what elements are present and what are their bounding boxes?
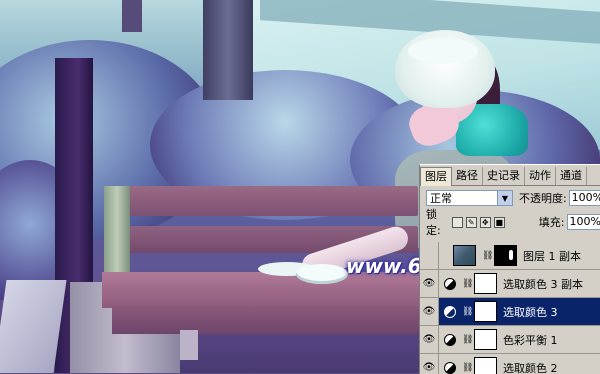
lock-label: 锁定: — [426, 206, 448, 238]
blend-mode-value: 正常 — [427, 190, 452, 206]
lock-row: 锁定: ✎ ✥ ■ 填充: 100% — [420, 210, 600, 234]
tab-history[interactable]: 史记录 — [483, 167, 525, 185]
girl-hat-top — [408, 38, 478, 64]
mask-thumbnail — [494, 245, 517, 266]
layer-row[interactable]: 👁 ⛓ 选取颜色 3 副本 — [420, 270, 600, 298]
layer-row[interactable]: 👁 ⛓ 选取颜色 2 — [420, 354, 600, 374]
adjustment-layer-icon — [444, 278, 456, 290]
layer-row[interactable]: 👁 ⛓ 色彩平衡 1 — [420, 326, 600, 354]
eye-icon[interactable]: 👁 — [420, 354, 439, 374]
lock-brush-icon[interactable]: ✎ — [466, 217, 477, 228]
mask-thumbnail — [474, 357, 497, 374]
opacity-label: 不透明度: — [519, 190, 567, 206]
mask-thumbnail — [474, 273, 497, 294]
layer-thumbnail — [453, 245, 476, 266]
lock-icons: ✎ ✥ ■ — [452, 217, 505, 228]
chain-icon: ⛓ — [482, 251, 492, 261]
layer-row[interactable]: ⛓ 图层 1 副本 — [420, 242, 600, 270]
layer-row-selected[interactable]: 👁 ⛓ 选取颜色 3 — [420, 298, 600, 326]
tree-trunk — [122, 0, 142, 32]
chain-icon: ⛓ — [462, 363, 472, 373]
tab-actions[interactable]: 动作 — [525, 167, 556, 185]
mask-thumbnail — [474, 301, 497, 322]
chain-icon: ⛓ — [462, 307, 472, 317]
bench-leg — [104, 186, 130, 281]
bench-foot — [180, 330, 198, 360]
adjustment-layer-icon — [444, 334, 456, 346]
visibility-toggle[interactable] — [420, 242, 439, 269]
layer-name: 选取颜色 3 — [503, 304, 558, 320]
layer-name: 图层 1 副本 — [523, 248, 581, 264]
tab-paths[interactable]: 路径 — [452, 167, 483, 185]
opacity-field[interactable]: 100% — [569, 190, 600, 206]
fill-field[interactable]: 100% — [567, 214, 600, 230]
mask-thumbnail — [474, 329, 497, 350]
bench-front — [112, 306, 420, 334]
panel-tabs: 图层 路径 史记录 动作 通道 — [420, 165, 600, 186]
blend-mode-select[interactable]: 正常 ▼ — [426, 190, 513, 206]
layers-panel: 图层 路径 史记录 动作 通道 正常 ▼ 不透明度: 100% 锁定: ✎ ✥ … — [419, 164, 600, 374]
chain-icon: ⛓ — [462, 335, 472, 345]
lock-move-icon[interactable]: ✥ — [480, 217, 491, 228]
layer-list: ⛓ 图层 1 副本 👁 ⛓ 选取颜色 3 副本 👁 ⛓ 选取颜色 3 👁 ⛓ 色… — [420, 242, 600, 374]
adjustment-layer-icon — [444, 362, 456, 374]
chevron-down-icon[interactable]: ▼ — [497, 191, 512, 205]
girl-shoe — [296, 264, 348, 284]
eye-icon[interactable]: 👁 — [420, 298, 439, 325]
lock-transparency-icon[interactable] — [452, 217, 463, 228]
bench-backrest-top — [128, 186, 418, 216]
layer-name: 色彩平衡 1 — [503, 332, 558, 348]
eye-icon[interactable]: 👁 — [420, 270, 439, 297]
eye-icon[interactable]: 👁 — [420, 326, 439, 353]
tree-trunk — [203, 0, 253, 100]
chain-icon: ⛓ — [462, 279, 472, 289]
adjustment-layer-icon — [444, 306, 456, 318]
layer-name: 选取颜色 2 — [503, 360, 558, 374]
fill-label: 填充: — [539, 214, 565, 230]
tab-channels[interactable]: 通道 — [556, 167, 587, 185]
layer-name: 选取颜色 3 副本 — [503, 276, 583, 292]
tab-layers[interactable]: 图层 — [420, 167, 452, 186]
lock-all-icon[interactable]: ■ — [494, 217, 505, 228]
